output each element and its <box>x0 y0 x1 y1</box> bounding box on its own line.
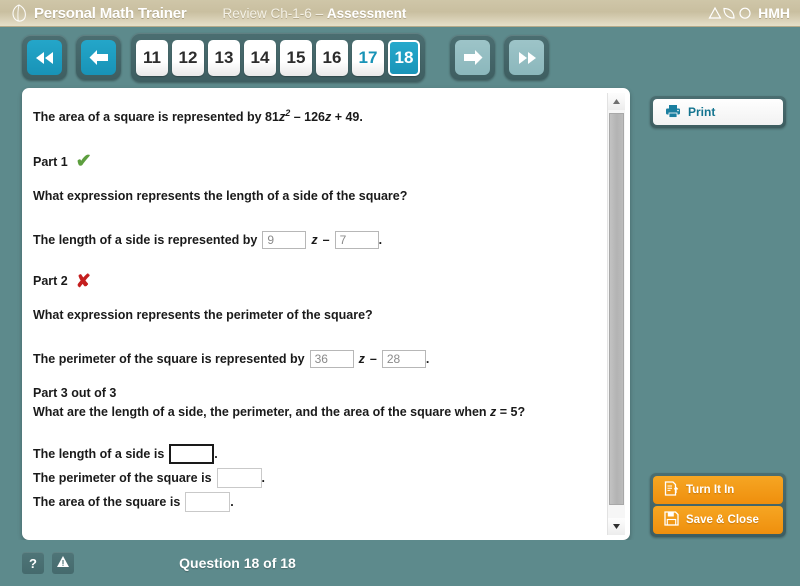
first-page-button[interactable] <box>22 35 67 80</box>
question-navigation-bar: 11 12 13 14 15 16 17 18 <box>0 27 800 88</box>
print-button-label: Print <box>688 105 716 119</box>
part-1-answer-prefix: The length of a side is represented by <box>33 233 258 248</box>
part-1-answer-period: . <box>378 233 383 248</box>
part-3-row-3-period: . <box>230 495 234 510</box>
part-3-row-1-label: The length of a side is <box>33 447 165 462</box>
app-header: Personal Math Trainer Review Ch-1-6 – As… <box>0 0 800 27</box>
page-button-14[interactable]: 14 <box>244 39 276 76</box>
part-2-heading: Part 2 ✘ <box>33 272 595 290</box>
page-button-18[interactable]: 18 <box>388 39 420 76</box>
part-3-row-3-label: The area of the square is <box>33 495 181 510</box>
hmh-text: HMH <box>758 5 790 21</box>
part-3-prompt: What are the length of a side, the perim… <box>33 403 595 421</box>
part-3-row-1-period: . <box>214 447 218 462</box>
scrollbar-thumb[interactable] <box>609 113 624 505</box>
save-and-close-label: Save & Close <box>686 514 759 526</box>
stem-mid: – 126 <box>290 110 325 125</box>
next-page-button[interactable] <box>450 35 495 80</box>
part-1-constant-input[interactable]: 7 <box>334 231 379 250</box>
part-3-row-2-period: . <box>261 471 266 486</box>
save-and-close-button[interactable]: Save & Close <box>653 506 783 534</box>
part-1-prompt: What expression represents the length of… <box>33 189 408 204</box>
scroll-down-arrow-icon[interactable] <box>608 518 625 535</box>
part-2-answer-period: . <box>425 351 430 366</box>
leaf-logo-icon <box>6 2 32 24</box>
fast-forward-icon <box>509 40 544 75</box>
part-2-answer-row: The perimeter of the square is represent… <box>33 349 595 368</box>
part-2-answer-prefix: The perimeter of the square is represent… <box>33 351 305 366</box>
page-button-16[interactable]: 16 <box>316 39 348 76</box>
part-1-variable: z <box>311 233 318 248</box>
page-button-17[interactable]: 17 <box>352 39 384 76</box>
part-1-coefficient-input[interactable]: 9 <box>262 231 307 250</box>
part-2-operator: – <box>369 351 377 366</box>
hmh-logo: HMH <box>708 5 790 21</box>
part-1-label: Part 1 <box>33 154 68 169</box>
turn-it-in-button[interactable]: Turn It In <box>653 476 783 504</box>
question-stem: The area of a square is represented by 8… <box>33 107 595 126</box>
part-3-area-input[interactable] <box>185 492 231 513</box>
print-button-container: Print <box>650 96 786 128</box>
arrow-left-icon <box>81 40 116 75</box>
page-button-11[interactable]: 11 <box>136 39 168 76</box>
question-content-panel: The area of a square is represented by 8… <box>22 88 630 540</box>
previous-page-button[interactable] <box>76 35 121 80</box>
page-number-list: 11 12 13 14 15 16 17 18 <box>131 33 425 82</box>
arrow-right-icon <box>455 40 490 75</box>
part-1-heading: Part 1 ✔ <box>33 152 595 171</box>
question-counter: Question 18 of 18 <box>179 555 296 571</box>
incorrect-x-icon: ✘ <box>75 270 91 291</box>
rewind-icon <box>27 40 62 75</box>
part-2-label: Part 2 <box>33 273 68 288</box>
part-3-side-length-input[interactable] <box>169 444 215 465</box>
part-1-answer-row: The length of a side is represented by 9… <box>33 231 595 250</box>
last-page-button[interactable] <box>504 35 549 80</box>
floppy-disk-icon <box>664 511 679 529</box>
page-button-12[interactable]: 12 <box>172 39 204 76</box>
part-2-coefficient-input[interactable]: 36 <box>309 349 354 368</box>
triangle-leaf-circle-icon <box>708 6 754 20</box>
assessment-title: Review Ch-1-6 – Assessment <box>223 6 407 21</box>
assessment-dash: – <box>315 5 327 21</box>
footer-bar: ? Question 18 of 18 <box>0 540 800 586</box>
document-upload-icon <box>664 481 679 499</box>
assessment-name: Assessment <box>326 5 407 21</box>
scroll-up-arrow-icon[interactable] <box>608 93 625 110</box>
part-3-row-3: The area of the square is . <box>33 492 595 513</box>
part-3-row-2-label: The perimeter of the square is <box>33 471 212 486</box>
part-3-prompt-post: = 5? <box>496 405 526 420</box>
part-3-label: Part 3 out of 3 <box>33 385 117 400</box>
assessment-prefix: Review Ch-1-6 <box>222 5 316 21</box>
correct-check-icon: ✔ <box>75 151 92 173</box>
page-button-15[interactable]: 15 <box>280 39 312 76</box>
part-3-perimeter-input[interactable] <box>216 468 262 489</box>
content-scrollbar[interactable] <box>607 93 625 535</box>
stem-pre: The area of a square is represented by 8… <box>33 110 279 125</box>
question-body: The area of a square is represented by 8… <box>27 93 607 535</box>
scrollbar-track[interactable] <box>608 110 625 518</box>
part-2-constant-input[interactable]: 28 <box>381 349 426 368</box>
brand-title: Personal Math Trainer <box>34 4 187 22</box>
part-1-operator: – <box>322 233 330 248</box>
page-button-13[interactable]: 13 <box>208 39 240 76</box>
turn-it-in-label: Turn It In <box>686 484 735 496</box>
print-button[interactable]: Print <box>653 99 783 125</box>
part-2-prompt: What expression represents the perimeter… <box>33 307 373 322</box>
part-3-prompt-pre: What are the length of a side, the perim… <box>33 405 491 420</box>
part-2-variable: z <box>358 351 365 366</box>
printer-icon <box>665 104 681 121</box>
part-3-row-2: The perimeter of the square is . <box>33 468 595 489</box>
stem-post: + 49. <box>331 110 363 125</box>
action-buttons-container: Turn It In Save & Close <box>650 473 786 537</box>
part-3-row-1: The length of a side is . <box>33 444 595 465</box>
